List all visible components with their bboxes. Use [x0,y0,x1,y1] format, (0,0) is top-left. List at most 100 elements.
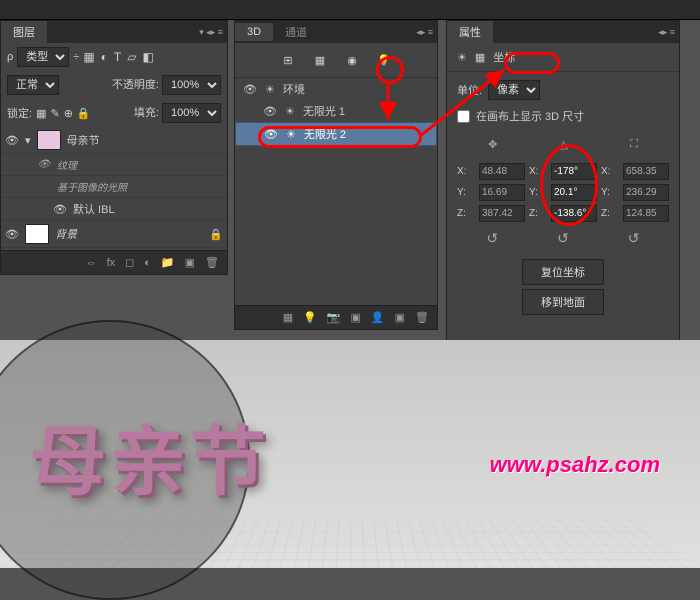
pos-y-input[interactable] [479,184,525,201]
visibility-icon[interactable]: 👁 [5,228,19,241]
opacity-value[interactable]: 100% [162,75,221,95]
visibility-icon[interactable]: 👁 [243,83,257,96]
layer-item[interactable]: 👁 纹理 [1,154,227,176]
scene-light-item[interactable]: 👁 ☀ 无限光 1 [235,100,437,122]
layer-item: 基于图像的光照 [1,176,227,198]
rot-x-input[interactable] [551,163,597,180]
reset-coords-button[interactable]: 复位坐标 [522,259,604,285]
show-3d-size-checkbox[interactable] [457,110,470,123]
scl-y-label: Y: [601,187,619,198]
rot-y-label: Y: [529,187,547,198]
trash-icon[interactable]: 🗑 [205,256,219,269]
lock-all-icon[interactable]: 🔒 [77,107,91,120]
fx-icon[interactable]: fx [107,257,116,269]
expand-icon[interactable]: ▾ [25,134,31,147]
layer-thumbnail[interactable] [25,224,49,244]
scl-y-input[interactable] [623,184,669,201]
camera-icon[interactable]: 📷 [327,311,341,324]
layer-item[interactable]: 👁 ▾ 母亲节 [1,127,227,154]
link-icon[interactable]: ⇔ [86,257,97,269]
scene-environment[interactable]: 👁 ☀ 环境 [235,78,437,100]
units-select[interactable]: 像素 [488,80,540,100]
panel-menu-icon[interactable]: ▾ ◂▸ ≡ [199,27,223,38]
trash-icon[interactable]: 🗑 [415,311,429,324]
new-layer-icon[interactable]: ▣ [185,256,195,269]
scl-x-label: X: [601,166,619,177]
lock-position-icon[interactable]: ⊕ [64,107,73,120]
filter-type-select[interactable]: 类型 [17,47,69,67]
properties-tab[interactable]: 属性 [447,21,493,43]
panel-menu-icon[interactable]: ◂▸ ≡ [658,27,675,38]
coordinates-grid: X: X: X: Y: Y: Y: Z: Z: Z: [457,163,669,222]
panel-menu-icon[interactable]: ◂▸ ≡ [416,27,433,38]
light-tool-icon[interactable]: 💡 [303,311,317,324]
3d-text-object[interactable]: 母亲节 [30,400,270,510]
pos-x-input[interactable] [479,163,525,180]
mask-icon[interactable]: ◻ [125,256,134,269]
pos-z-input[interactable] [479,205,525,222]
layer-name: 纹理 [57,157,77,172]
layer-thumbnail[interactable] [37,130,61,150]
layers-tab[interactable]: 图层 [1,21,47,43]
light-props-icon[interactable]: ☀ [457,51,467,64]
scl-z-input[interactable] [623,205,669,222]
mesh-props-icon[interactable]: ▦ [475,51,485,64]
move-icon[interactable]: ✥ [488,138,497,151]
reset-scl-icon[interactable]: ↺ [628,230,640,247]
adjust-filter-icon[interactable]: ◐ [101,50,108,64]
layer-item[interactable]: 👁 默认 IBL [1,198,227,221]
layer-list: 👁 ▾ 母亲节 👁 纹理 基于图像的光照 👁 默认 IBL 👁 背景 🔒 [1,127,227,248]
rot-z-input[interactable] [551,205,597,222]
lock-pixels-icon[interactable]: ▦ [36,107,46,120]
filter-mesh-icon[interactable]: ▦ [311,51,329,69]
rotate-icon[interactable]: △ [560,138,568,151]
filter-scene-icon[interactable]: ⊞ [279,51,297,69]
layer-item[interactable]: 👁 背景 🔒 [1,221,227,248]
filter-icon[interactable]: ρ [7,51,13,63]
ruler-horizontal [0,0,700,20]
visibility-icon[interactable]: 👁 [5,134,19,147]
layer-name: 默认 IBL [73,201,115,217]
sun-icon: ☀ [265,83,275,96]
light-icon: ☀ [285,105,295,118]
lock-paint-icon[interactable]: ✎ [50,107,59,120]
blend-mode-select[interactable]: 正常 [7,75,59,95]
render-icon[interactable]: ▣ [351,311,361,324]
scene-icon[interactable]: ▦ [283,311,293,324]
3d-tab[interactable]: 3D [235,23,273,41]
rot-y-input[interactable] [551,184,597,201]
shape-filter-icon[interactable]: ▱ [127,50,136,64]
lock-icon[interactable]: 🔒 [209,228,223,241]
pos-x-label: X: [457,166,475,177]
item-label: 无限光 1 [303,103,345,119]
coords-tab-btn[interactable]: 坐标 [493,49,515,65]
person-icon[interactable]: 👤 [371,311,385,324]
reset-rot-icon[interactable]: ↺ [557,230,569,247]
visibility-icon[interactable]: 👁 [53,203,67,216]
visibility-icon[interactable]: 👁 [37,159,51,170]
type-filter-icon[interactable]: T [114,50,121,64]
new-icon[interactable]: ▣ [395,311,405,324]
3d-viewport[interactable]: 母亲节 www.psahz.com [0,340,700,568]
layer-name[interactable]: 背景 [55,226,77,242]
watermark: www.psahz.com [490,452,660,478]
scale-icon[interactable]: ⛶ [630,138,638,151]
adjust-icon[interactable]: ◐ [144,257,151,269]
image-filter-icon[interactable]: ▦ [83,50,94,64]
layer-name[interactable]: 母亲节 [67,132,100,148]
visibility-icon[interactable]: 👁 [264,128,278,141]
filter-material-icon[interactable]: ◉ [343,51,361,69]
layers-panel: 图层 ▾ ◂▸ ≡ ρ 类型 ÷ ▦ ◐ T ▱ ◧ 正常 不透明度: 100%… [0,20,228,275]
pos-y-label: Y: [457,187,475,198]
filter-light-icon[interactable]: 💡 [375,51,393,69]
reset-pos-icon[interactable]: ↺ [486,230,498,247]
fill-value[interactable]: 100% [162,103,221,123]
visibility-icon[interactable]: 👁 [263,105,277,118]
smart-filter-icon[interactable]: ◧ [142,50,153,64]
move-to-ground-button[interactable]: 移到地面 [522,289,604,315]
folder-icon[interactable]: 📁 [161,256,175,269]
channels-tab[interactable]: 通道 [273,21,319,43]
rot-z-label: Z: [529,208,547,219]
scl-x-input[interactable] [623,163,669,180]
scene-light-item-selected[interactable]: 👁 ☀ 无限光 2 [235,122,437,146]
